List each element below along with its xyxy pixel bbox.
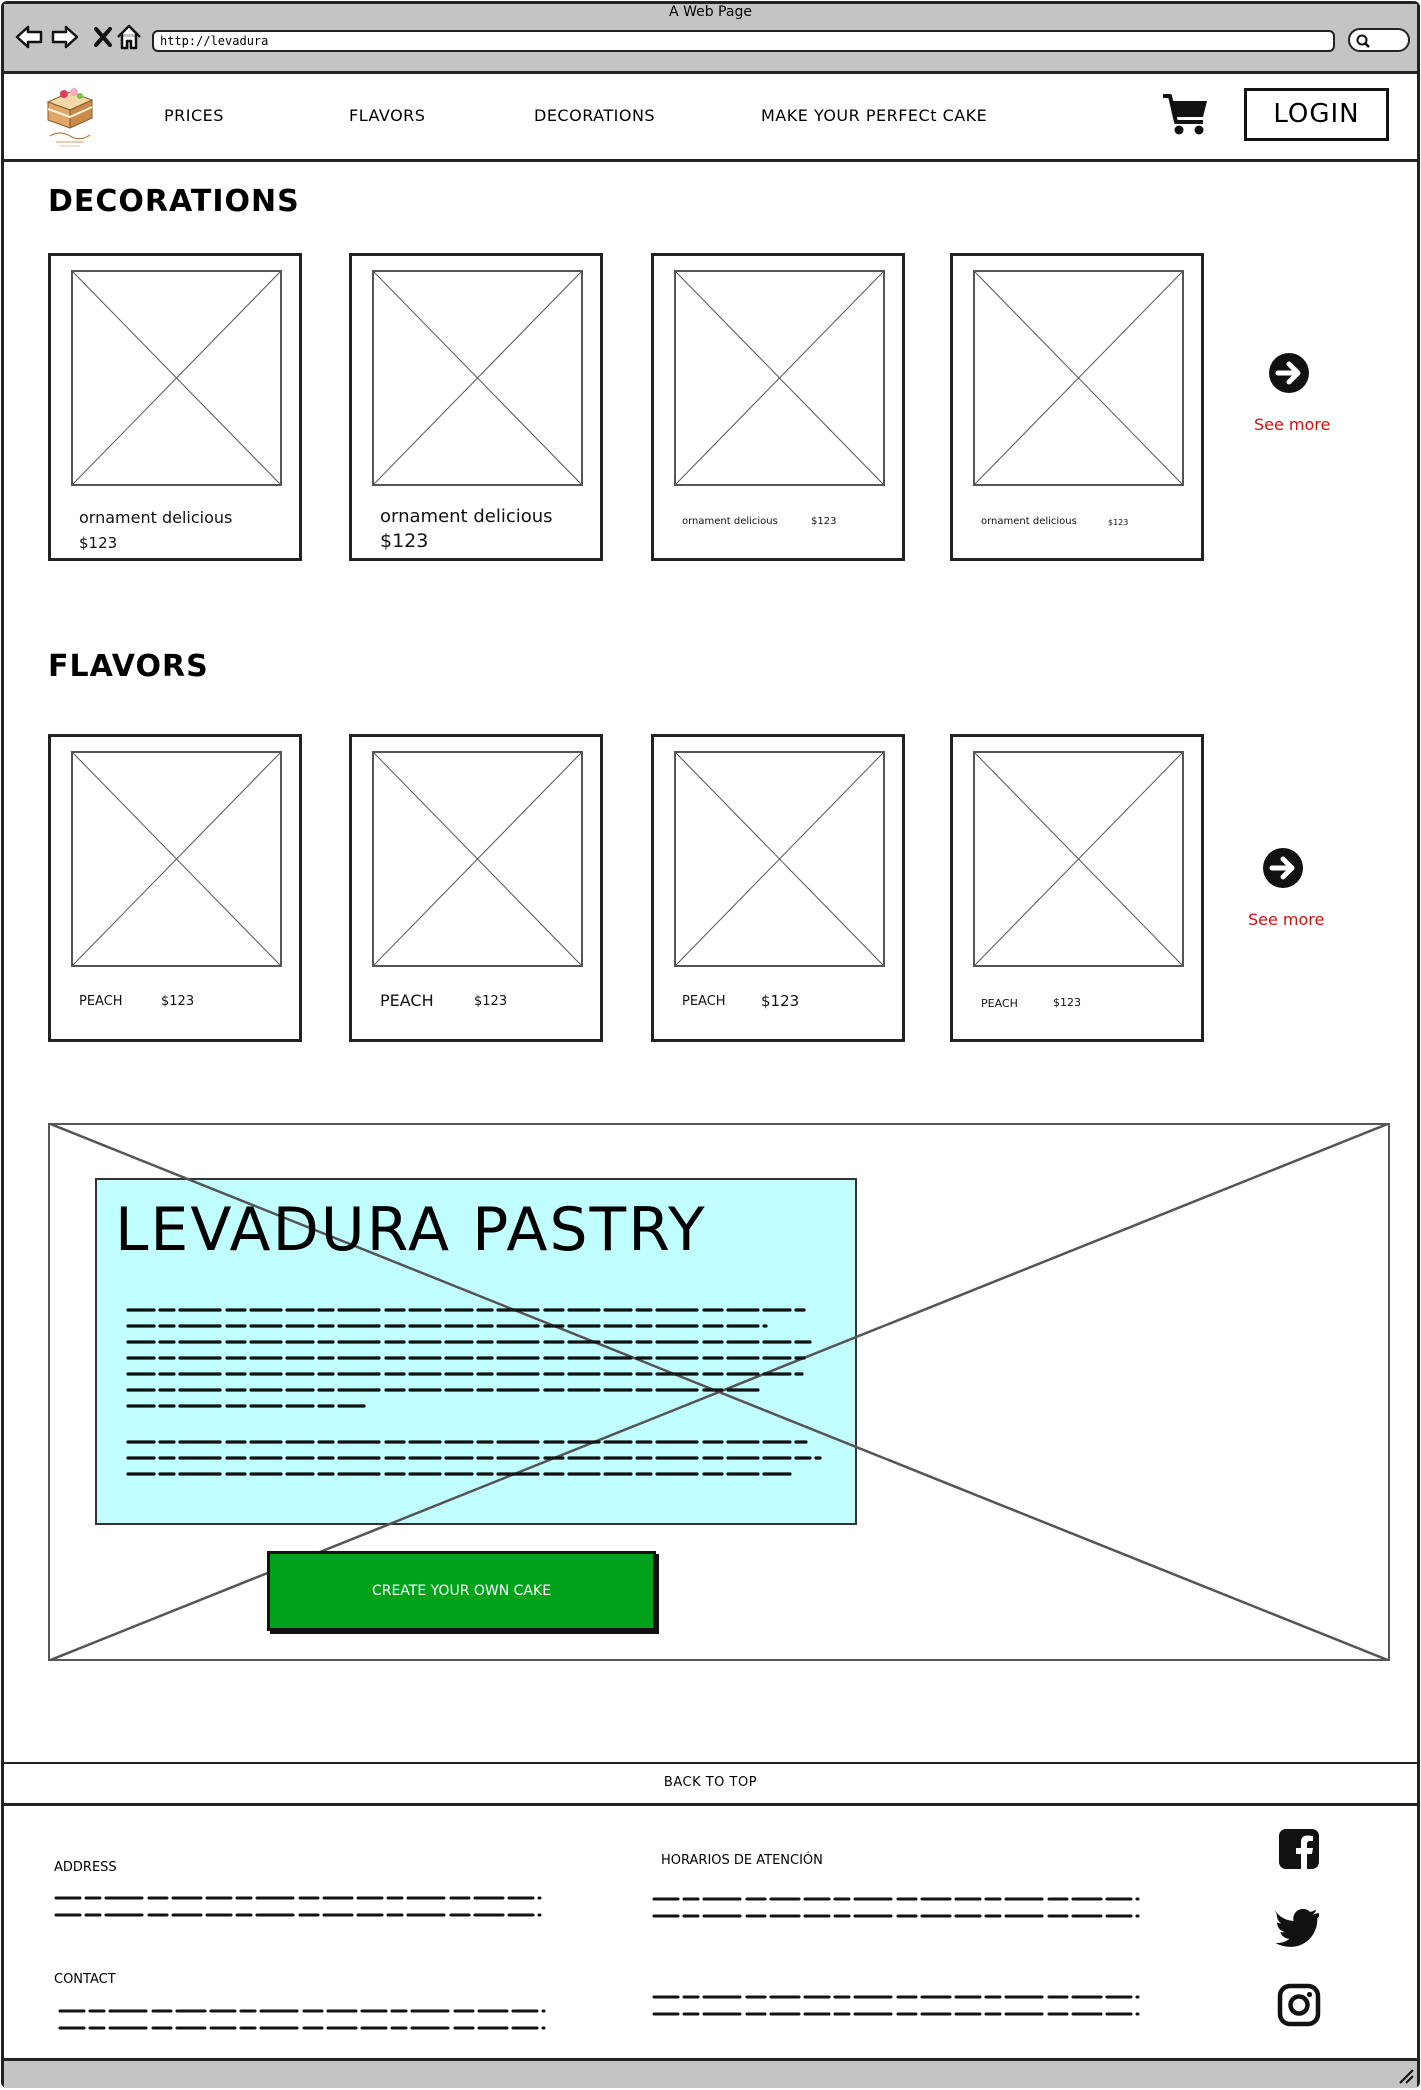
see-more-decorations-link[interactable]: See more [1254, 415, 1330, 434]
hours-label: HORARIOS DE ATENCIÓN [661, 1853, 823, 1868]
contact-label: CONTACT [54, 1972, 116, 1987]
back-to-top-link[interactable]: BACK TO TOP [0, 1775, 1421, 1790]
card-price: $123 [1108, 518, 1129, 527]
hero-title: LEVADURA PASTRY [115, 1195, 707, 1265]
instagram-icon[interactable] [1277, 1983, 1321, 2027]
see-more-arrow-icon[interactable] [1267, 351, 1311, 395]
search-icon [1356, 34, 1370, 48]
see-more-flavors-link[interactable]: See more [1248, 910, 1324, 929]
product-image-placeholder [973, 751, 1184, 967]
flavor-card[interactable]: PEACH $123 [651, 734, 905, 1042]
decoration-card[interactable]: ornament delicious $123 [349, 253, 603, 561]
back-arrow-icon[interactable] [14, 22, 44, 52]
card-name: ornament delicious [682, 516, 778, 527]
cart-icon[interactable] [1161, 92, 1211, 138]
hours-scribble [652, 1897, 1140, 1918]
flavor-card[interactable]: PEACH $123 [950, 734, 1204, 1042]
see-more-arrow-icon[interactable] [1261, 846, 1305, 890]
create-your-own-cake-button[interactable]: CREATE YOUR OWN CAKE [267, 1551, 656, 1631]
product-image-placeholder [372, 270, 583, 486]
home-icon[interactable] [114, 22, 144, 52]
resize-grip-icon[interactable] [1396, 2066, 1414, 2084]
browser-statusbar [4, 2058, 1417, 2088]
card-price: $123 [1053, 996, 1081, 1009]
decoration-card[interactable]: ornament delicious $123 [651, 253, 905, 561]
flavor-card[interactable]: PEACH $123 [349, 734, 603, 1042]
card-price: $123 [474, 994, 508, 1009]
product-image-placeholder [674, 270, 885, 486]
hours-scribble-2 [652, 1995, 1140, 2016]
nav-prices[interactable]: PRICES [164, 106, 224, 125]
card-price: $123 [380, 530, 429, 552]
contact-scribble [58, 2009, 546, 2030]
card-name: ornament delicious [380, 506, 553, 527]
card-name: ornament delicious [79, 508, 233, 527]
card-price: $123 [79, 534, 118, 552]
flavor-card[interactable]: PEACH $123 [48, 734, 302, 1042]
card-name: ornament delicious [981, 516, 1077, 527]
hero-body-scribble [126, 1308, 822, 1476]
nav-decorations[interactable]: DECORATIONS [534, 106, 655, 125]
card-name: PEACH [79, 994, 123, 1009]
twitter-icon[interactable] [1275, 1908, 1321, 1949]
product-image-placeholder [71, 751, 282, 967]
logo-cake-icon[interactable] [42, 80, 98, 152]
window-title: A Web Page [669, 4, 752, 20]
login-button[interactable]: LOGIN [1244, 88, 1389, 141]
section-title-flavors: FLAVORS [48, 649, 209, 684]
product-image-placeholder [372, 751, 583, 967]
decoration-card[interactable]: ornament delicious $123 [950, 253, 1204, 561]
browser-search-field[interactable] [1348, 28, 1410, 52]
card-price: $123 [761, 992, 800, 1010]
address-scribble [54, 1896, 542, 1917]
address-label: ADDRESS [54, 1860, 117, 1875]
url-input[interactable]: http://levadura [152, 30, 1335, 52]
card-name: PEACH [981, 997, 1018, 1010]
product-image-placeholder [71, 270, 282, 486]
card-price: $123 [161, 994, 195, 1009]
section-title-decorations: DECORATIONS [48, 184, 300, 219]
forward-arrow-icon[interactable] [50, 22, 80, 52]
product-image-placeholder [674, 751, 885, 967]
nav-flavors[interactable]: FLAVORS [349, 106, 425, 125]
card-name: PEACH [380, 991, 434, 1010]
card-price: $123 [811, 516, 837, 527]
decoration-card[interactable]: ornament delicious $123 [48, 253, 302, 561]
product-image-placeholder [973, 270, 1184, 486]
card-name: PEACH [682, 994, 726, 1009]
nav-make-your-cake[interactable]: MAKE YOUR PERFECt CAKE [761, 106, 987, 125]
facebook-icon[interactable] [1277, 1827, 1321, 1871]
